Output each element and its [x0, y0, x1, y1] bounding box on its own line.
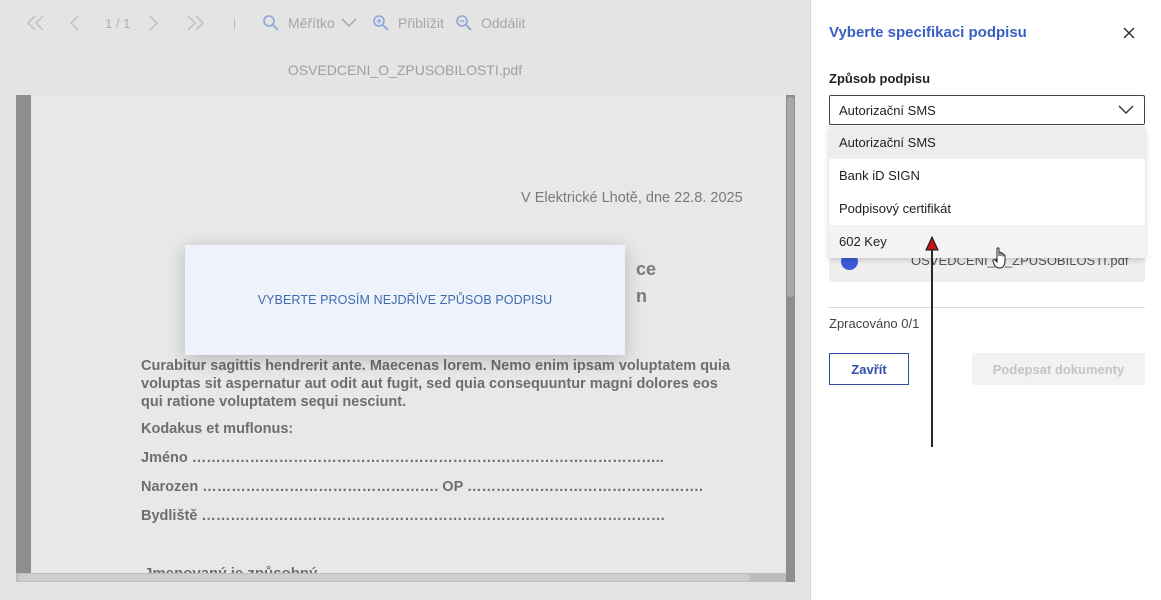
scale-dropdown[interactable]: Měřítko: [262, 12, 357, 34]
zoom-in-button[interactable]: Přiblížit: [372, 12, 444, 34]
document-bottom-line: Jmenovaný je způsobný: [144, 565, 317, 573]
signature-method-required-modal: VYBERTE PROSÍM NEJDŘÍVE ZPŮSOB PODPISU: [185, 245, 625, 355]
option-autorizacni-sms[interactable]: Autorizační SMS: [829, 126, 1145, 159]
option-podpisovy-certifikat[interactable]: Podpisový certifikát: [829, 192, 1145, 225]
close-icon[interactable]: [1120, 24, 1138, 42]
zoom-out-icon: [456, 15, 472, 31]
close-button[interactable]: Zavřít: [829, 353, 909, 385]
zoom-out-button[interactable]: Oddálit: [455, 12, 525, 34]
zoom-in-label: Přiblížit: [398, 15, 444, 31]
previous-page-icon[interactable]: [68, 12, 80, 34]
divider: [829, 307, 1145, 308]
panel-title: Vyberte specifikaci podpisu: [829, 24, 1027, 41]
signature-method-select[interactable]: Autorizační SMS: [829, 95, 1145, 125]
zoom-out-label: Oddálit: [481, 15, 526, 31]
progress-text: Zpracováno 0/1: [829, 316, 920, 331]
document-filename: OSVEDCENI_O_ZPUSOBILOSTI.pdf: [287, 62, 523, 78]
viewer-toolbar: 1 / 1 | Měřítko Přiblížit Oddálit: [0, 0, 810, 46]
search-icon: [263, 15, 279, 31]
option-602-key[interactable]: 602 Key: [829, 225, 1145, 258]
chevron-down-icon: [1118, 105, 1134, 114]
sign-documents-button[interactable]: Podepsat dokumenty: [972, 353, 1145, 385]
document-intro-line: Kodakus et muflonus:: [141, 421, 294, 437]
document-paragraph: Curabitur sagittis hendrerit ante. Maece…: [141, 358, 731, 410]
chevron-down-icon: [341, 18, 357, 28]
document-name-line: Jméno ……………………………………………………………………………………..: [141, 450, 664, 466]
document-date-line: V Elektrické Lhotě, dne 22.8. 2025: [521, 190, 743, 206]
document-address-line: Bydliště ……………………………………………………………………………………: [141, 508, 666, 524]
signature-panel: Vyberte specifikaci podpisu Způsob podpi…: [810, 0, 1161, 600]
next-page-icon[interactable]: [148, 12, 160, 34]
zoom-in-icon: [373, 15, 389, 31]
horizontal-scrollbar-thumb[interactable]: [18, 574, 750, 581]
horizontal-scrollbar[interactable]: [16, 573, 786, 582]
toolbar-separator: |: [233, 16, 237, 30]
modal-message: VYBERTE PROSÍM NEJDŘÍVE ZPŮSOB PODPISU: [257, 293, 553, 307]
page-indicator: 1 / 1: [105, 15, 131, 31]
vertical-scrollbar[interactable]: [786, 95, 795, 573]
last-page-icon[interactable]: [185, 12, 205, 34]
document-heading-line1: ce: [636, 259, 657, 279]
signature-method-label: Způsob podpisu: [829, 71, 931, 86]
first-page-icon[interactable]: [26, 12, 46, 34]
vertical-scrollbar-thumb[interactable]: [787, 97, 794, 297]
signature-method-options: Autorizační SMS Bank iD SIGN Podpisový c…: [829, 126, 1145, 258]
pdf-viewer: 1 / 1 | Měřítko Přiblížit Oddálit OSVEDC…: [0, 0, 810, 600]
scale-label: Měřítko: [288, 15, 335, 31]
selected-method-value: Autorizační SMS: [839, 102, 936, 118]
document-born-line: Narozen …………………………………………. OP ………………………………: [141, 479, 704, 495]
option-bank-id-sign[interactable]: Bank iD SIGN: [829, 159, 1145, 192]
document-heading-line2: n: [636, 286, 647, 306]
